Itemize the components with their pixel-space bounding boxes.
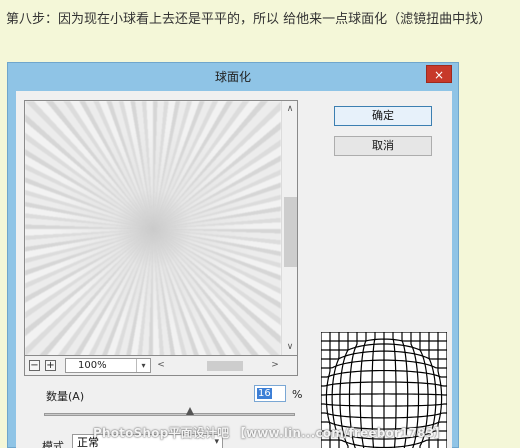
scroll-down-icon[interactable]: ∨ — [282, 339, 297, 355]
preview-area[interactable]: ∧ ∨ — [24, 100, 298, 356]
watermark: PhotoShop平面设计吧 【www.lin...com/freebor178… — [93, 426, 447, 440]
amount-slider-thumb[interactable] — [185, 407, 194, 415]
instruction-text: 第八步：因为现在小球看上去还是平平的，所以 给他来一点球面化（滤镜扭曲中找） — [6, 12, 492, 27]
zoom-select[interactable]: 100% ▾ — [65, 358, 151, 373]
close-button[interactable]: × — [426, 65, 452, 83]
preview-image[interactable] — [25, 101, 281, 355]
mode-label: 模式 — [42, 440, 64, 448]
amount-input[interactable]: 16 — [254, 385, 286, 402]
scroll-right-icon[interactable]: > — [269, 358, 281, 373]
horizontal-scroll-thumb[interactable] — [207, 361, 243, 371]
ok-button[interactable]: 确定 — [334, 106, 432, 126]
amount-slider[interactable] — [44, 413, 295, 416]
amount-value: 16 — [257, 388, 272, 399]
amount-label: 数量(A) — [46, 390, 85, 403]
zoom-in-icon[interactable]: + — [45, 360, 56, 371]
horizontal-scrollbar[interactable]: < > — [155, 358, 281, 373]
scroll-left-icon[interactable]: < — [155, 358, 167, 373]
close-icon: × — [433, 68, 445, 82]
dialog-client-area: ∧ ∨ − + 100% ▾ < > 确定 取消 数量(A) 16 % 模式 正… — [16, 91, 452, 448]
percent-unit: % — [292, 388, 303, 401]
zoom-value: 100% — [78, 360, 107, 371]
cancel-button[interactable]: 取消 — [334, 136, 432, 156]
scroll-up-icon[interactable]: ∧ — [282, 101, 297, 117]
dialog-titlebar[interactable]: 球面化 × — [8, 63, 458, 89]
spherize-dialog: 球面化 × ∧ ∨ − + 100% ▾ < > 确定 取消 数量(A) 16 … — [7, 62, 459, 448]
dialog-title: 球面化 — [214, 70, 251, 84]
chevron-down-icon[interactable]: ▾ — [136, 359, 150, 372]
vertical-scrollbar[interactable]: ∧ ∨ — [281, 101, 297, 355]
preview-footer: − + 100% ▾ < > — [24, 356, 298, 376]
zoom-out-icon[interactable]: − — [29, 360, 40, 371]
vertical-scroll-thumb[interactable] — [284, 197, 297, 267]
